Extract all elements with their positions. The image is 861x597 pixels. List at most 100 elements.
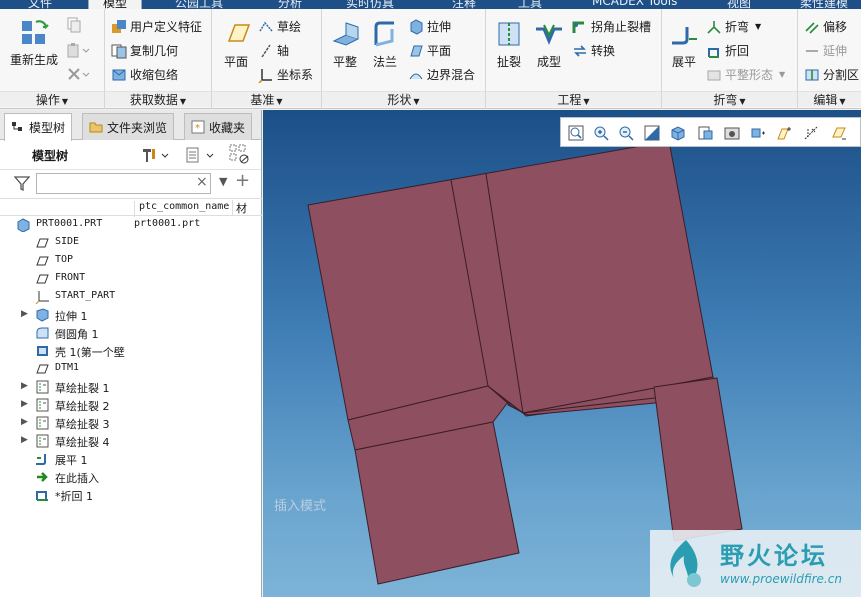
sketch-button[interactable]: 草绘 — [258, 18, 301, 35]
tab-annotate[interactable]: 注释 — [452, 0, 476, 9]
graphics-window[interactable]: 插入模式 野火论坛 www.proewildfire.cn — [263, 110, 861, 597]
tree-item[interactable]: ▶ 草绘扯裂 4 — [0, 432, 262, 450]
tree-filter-input[interactable] — [36, 173, 211, 194]
regenerate-button[interactable]: 重新生成 — [8, 17, 60, 68]
tree-settings-icon[interactable] — [140, 146, 172, 167]
copy-icon[interactable] — [66, 17, 82, 33]
repaint-icon[interactable] — [644, 125, 660, 141]
tree-item[interactable]: SIDE — [0, 234, 262, 252]
spin-center-icon[interactable] — [831, 125, 847, 141]
expand-arrow-icon[interactable]: ▶ — [21, 381, 28, 391]
shrinkwrap-icon — [111, 67, 127, 83]
saved-orientations-icon[interactable] — [697, 125, 713, 141]
tree-item[interactable]: ▶ 草绘扯裂 3 — [0, 414, 262, 432]
split-region-button[interactable]: 分割区 — [804, 66, 859, 83]
annotation-display-icon[interactable] — [776, 125, 792, 141]
rip-button[interactable]: 扯裂 — [491, 19, 527, 70]
extend-button[interactable]: 延伸 — [804, 42, 847, 59]
unbend-button[interactable]: 展平 — [666, 19, 702, 70]
tree-item[interactable]: PRT0001.PRT prt0001.prt — [0, 216, 262, 234]
sheetmetal-part[interactable] — [263, 110, 861, 597]
tree-item-label: FRONT — [55, 272, 86, 283]
add-filter-icon[interactable]: + — [235, 170, 250, 191]
tab-model-tree[interactable]: 模型树 — [4, 113, 73, 141]
bend-back-icon — [35, 488, 50, 502]
group-label-operations[interactable]: 操作 ▼ — [0, 91, 104, 107]
shrinkwrap-button[interactable]: 收缩包络 — [111, 66, 178, 83]
tree-item[interactable]: *折回 1 — [0, 486, 262, 504]
ribbon: 重新生成 操作 ▼ 用户定义特征 复制几何 收缩包络 获取数据 ▼ 平面 草绘 … — [0, 9, 861, 109]
group-edit: 偏移 延伸 分割区 编辑 ▼ — [798, 9, 861, 109]
datum-plane-button[interactable]: 平面 — [218, 19, 254, 70]
convert-button[interactable]: 转换 — [572, 42, 615, 59]
display-style-icon[interactable] — [670, 125, 686, 141]
perspective-icon[interactable] — [750, 125, 766, 141]
extend-icon — [804, 43, 820, 59]
group-label-bend[interactable]: 折弯 ▼ — [662, 91, 797, 107]
expand-arrow-icon[interactable]: ▶ — [21, 399, 28, 409]
flange-button[interactable]: 法兰 — [367, 19, 403, 70]
clear-filter-icon[interactable]: × — [196, 174, 208, 190]
refit-icon[interactable] — [568, 125, 584, 141]
tab-view[interactable]: 视图 — [727, 0, 751, 9]
axis-button[interactable]: 轴 — [258, 42, 289, 59]
tree-item[interactable]: START_PART — [0, 288, 262, 306]
form-button[interactable]: 成型 — [531, 19, 567, 70]
expand-arrow-icon[interactable]: ▶ — [21, 435, 28, 445]
filter-icon[interactable] — [13, 175, 31, 194]
copy-geometry-button[interactable]: 复制几何 — [111, 42, 178, 59]
csys-button[interactable]: 坐标系 — [258, 66, 313, 84]
tree-item[interactable]: ▶ 草绘扯裂 1 — [0, 378, 262, 396]
filter-dropdown-icon[interactable]: ▼ — [219, 175, 227, 188]
tab-flexible-modeling[interactable]: 柔性建模 — [800, 0, 848, 9]
flat-pattern-button[interactable]: 平整形态 ▼ — [706, 66, 785, 83]
hide-items-icon[interactable] — [229, 144, 251, 169]
expand-arrow-icon[interactable]: ▶ — [21, 417, 28, 427]
expand-arrow-icon[interactable]: ▶ — [21, 309, 28, 319]
group-label-shapes[interactable]: 形状 ▼ — [322, 91, 485, 107]
tree-item[interactable]: 倒圆角 1 — [0, 324, 262, 342]
tab-folder-browser[interactable]: 文件夹浏览 — [82, 113, 175, 140]
corner-relief-button[interactable]: 拐角止裂槽 — [572, 18, 651, 35]
tab-analysis[interactable]: 分析 — [278, 0, 302, 9]
delete-icon[interactable] — [66, 66, 92, 82]
tab-tools[interactable]: 工具 — [518, 0, 542, 9]
tab-mcadex-tools[interactable]: MCADEX Tools — [592, 0, 677, 9]
datum-display-icon[interactable] — [803, 125, 819, 141]
offset-button[interactable]: 偏移 — [804, 18, 847, 35]
tree-item[interactable]: 在此插入 — [0, 468, 262, 486]
tree-item[interactable]: TOP — [0, 252, 262, 270]
column-material[interactable]: 材 — [232, 200, 247, 216]
paste-icon[interactable] — [66, 42, 92, 58]
udf-button[interactable]: 用户定义特征 — [111, 18, 202, 35]
view-manager-icon[interactable] — [724, 125, 740, 141]
show-columns-icon[interactable] — [185, 146, 217, 167]
column-common-name[interactable]: ptc_common_name — [134, 201, 232, 217]
favorites-icon: * — [191, 120, 205, 134]
tree-item[interactable]: 展平 1 — [0, 450, 262, 468]
boundary-blend-button[interactable]: 边界混合 — [408, 66, 475, 83]
group-label-datum[interactable]: 基准 ▼ — [212, 91, 321, 107]
plane-wall-button[interactable]: 平面 — [408, 42, 451, 59]
tree-item[interactable]: 壳 1(第一个壁 — [0, 342, 262, 360]
tab-model[interactable]: 模型 — [88, 0, 143, 9]
form-icon — [534, 19, 564, 49]
tree-item[interactable]: FRONT — [0, 270, 262, 288]
group-label-engineering[interactable]: 工程 ▼ — [486, 91, 661, 107]
tab-live-simulation[interactable]: 实时仿真 — [346, 0, 394, 9]
bend-button[interactable]: 折弯 ▼ — [706, 18, 761, 35]
zoom-in-icon[interactable] — [593, 125, 609, 141]
group-label-edit[interactable]: 编辑 ▼ — [798, 91, 861, 107]
zoom-out-icon[interactable] — [618, 125, 634, 141]
tree-item[interactable]: ▶ 草绘扯裂 2 — [0, 396, 262, 414]
tree-item[interactable]: ▶ 拉伸 1 — [0, 306, 262, 324]
group-label-get-data[interactable]: 获取数据 ▼ — [105, 91, 211, 107]
tab-file[interactable]: 文件 — [28, 0, 52, 9]
tab-park-tools[interactable]: 公园工具 — [175, 0, 223, 9]
extrude-button[interactable]: 拉伸 — [408, 18, 451, 35]
bend-back-button[interactable]: 折回 — [706, 42, 749, 59]
tab-favorites[interactable]: * 收藏夹 — [184, 113, 253, 140]
tree-item-label: 草绘扯裂 2 — [55, 400, 110, 413]
tree-item[interactable]: DTM1 — [0, 360, 262, 378]
flat-wall-button[interactable]: 平整 — [327, 19, 363, 70]
